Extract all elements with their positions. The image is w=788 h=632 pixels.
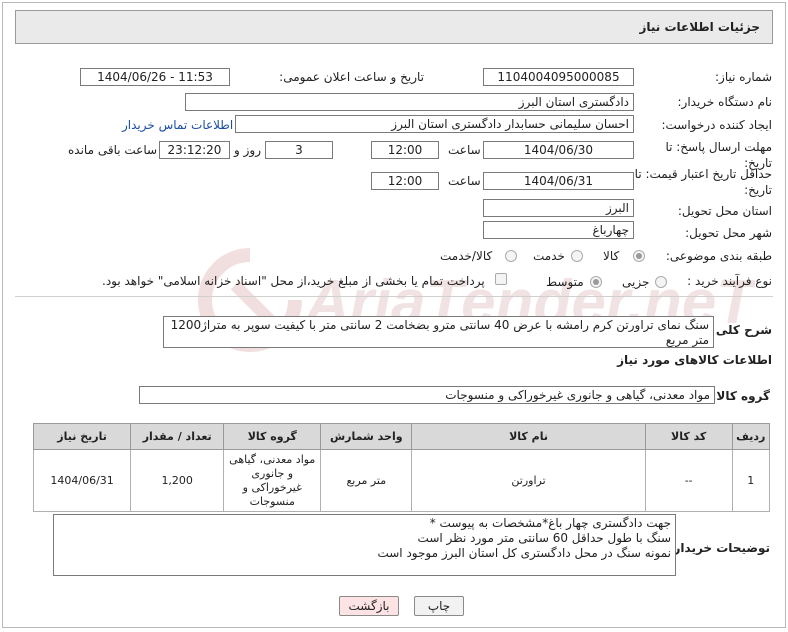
col-row: ردیف xyxy=(731,423,771,450)
category-radio-goods[interactable] xyxy=(633,250,645,262)
city-field[interactable]: چهارباغ xyxy=(483,221,634,239)
process-label: نوع فرآیند خرید : xyxy=(687,274,772,288)
creator-field[interactable]: احسان سلیمانی حسابدار دادگستری استان الب… xyxy=(235,115,634,133)
cell-group: مواد معدنی، گیاهی و جانوری غیرخوراکی و م… xyxy=(223,449,322,512)
cell-name: تراورتن xyxy=(411,449,646,512)
need-number-field[interactable]: 1104004095000085 xyxy=(483,68,634,86)
announce-field[interactable]: 1404/06/26 - 11:53 xyxy=(80,68,230,86)
validity-date-field[interactable]: 1404/06/31 xyxy=(483,172,634,190)
buyer-field[interactable]: دادگستری استان البرز xyxy=(185,93,634,111)
col-unit: واحد شمارش xyxy=(320,423,413,450)
print-button[interactable]: چاپ xyxy=(414,596,464,616)
payment-checkbox[interactable] xyxy=(495,273,507,285)
back-button[interactable]: بازگشت xyxy=(339,596,399,616)
goods-section-title: اطلاعات کالاهای مورد نیاز xyxy=(617,353,772,367)
category-label: طبقه بندی موضوعی: xyxy=(665,249,772,263)
page-header: جزئیات اطلاعات نیاز xyxy=(15,10,773,44)
city-label: شهر محل تحویل: xyxy=(685,226,772,240)
divider xyxy=(15,296,773,297)
cell-qty: 1,200 xyxy=(130,449,225,512)
deadline-date-field[interactable]: 1404/06/30 xyxy=(483,141,634,159)
cell-code: -- xyxy=(644,449,733,512)
goods-table-header: ردیف کد کالا نام کالا واحد شمارش گروه کا… xyxy=(32,423,771,450)
process-option-medium: متوسط xyxy=(546,275,584,289)
table-row: 1 -- تراورتن متر مربع مواد معدنی، گیاهی … xyxy=(32,449,771,512)
category-option-goods: کالا xyxy=(603,249,620,263)
col-qty: تعداد / مقدار xyxy=(130,423,225,450)
payment-note: پرداخت تمام یا بخشی از مبلغ خرید،از محل … xyxy=(102,274,485,288)
remaining-label: ساعت باقی مانده xyxy=(68,143,158,157)
contact-info-link[interactable]: اطلاعات تماس خریدار xyxy=(122,118,233,132)
category-option-service: خدمت xyxy=(533,249,565,263)
cell-row: 1 xyxy=(731,449,771,512)
goods-group-label: گروه کالا: xyxy=(711,389,770,403)
announce-label: تاریخ و ساعت اعلان عمومی: xyxy=(279,70,424,84)
page-title: جزئیات اطلاعات نیاز xyxy=(639,20,760,34)
deadline-days-field[interactable]: 3 xyxy=(265,141,333,159)
process-radio-medium[interactable] xyxy=(590,276,602,288)
category-radio-service[interactable] xyxy=(571,250,583,262)
validity-time-field[interactable]: 12:00 xyxy=(371,172,439,190)
need-number-label: شماره نیاز: xyxy=(715,70,772,84)
description-field[interactable]: سنگ نمای تراورتن کرم رامشه با عرض 40 سان… xyxy=(163,316,714,348)
deadline-time-label: ساعت xyxy=(448,143,481,157)
province-label: استان محل تحویل: xyxy=(677,204,772,218)
deadline-time-field[interactable]: 12:00 xyxy=(371,141,439,159)
col-name: نام کالا xyxy=(411,423,646,450)
col-date: تاریخ نیاز xyxy=(32,423,132,450)
remaining-time-field[interactable]: 23:12:20 xyxy=(159,141,230,159)
province-field[interactable]: البرز xyxy=(483,199,634,217)
buyer-notes-line-3: نمونه سنگ در محل دادگستری کل استان البرز… xyxy=(377,546,671,560)
validity-label: حداقل تاریخ اعتبار قیمت: تا تاریخ: xyxy=(634,167,772,197)
col-code: کد کالا xyxy=(644,423,733,450)
validity-time-label: ساعت xyxy=(448,174,481,188)
days-and-label: روز و xyxy=(234,143,261,157)
process-option-minor: جزیی xyxy=(622,275,650,289)
buyer-notes-label: توضیحات خریدار: xyxy=(668,541,770,555)
category-radio-goods-service[interactable] xyxy=(505,250,517,262)
cell-unit: متر مربع xyxy=(320,449,413,512)
goods-group-field[interactable]: مواد معدنی، گیاهی و جانوری غیرخوراکی و م… xyxy=(139,386,715,404)
cell-date: 1404/06/31 xyxy=(32,449,132,512)
goods-table: ردیف کد کالا نام کالا واحد شمارش گروه کا… xyxy=(32,423,771,512)
col-group: گروه کالا xyxy=(223,423,322,450)
process-radio-minor[interactable] xyxy=(655,276,667,288)
creator-label: ایجاد کننده درخواست: xyxy=(661,118,772,132)
buyer-notes-line-2: سنگ با طول حداقل 60 سانتی متر مورد نظر ا… xyxy=(417,531,671,545)
buyer-notes-line-1: جهت دادگستری چهار باغ*مشخصات به پیوست * xyxy=(429,516,671,530)
buyer-notes-field[interactable]: جهت دادگستری چهار باغ*مشخصات به پیوست * … xyxy=(53,514,676,576)
buyer-label: نام دستگاه خریدار: xyxy=(677,95,773,109)
category-option-goods-service: کالا/خدمت xyxy=(440,249,493,263)
